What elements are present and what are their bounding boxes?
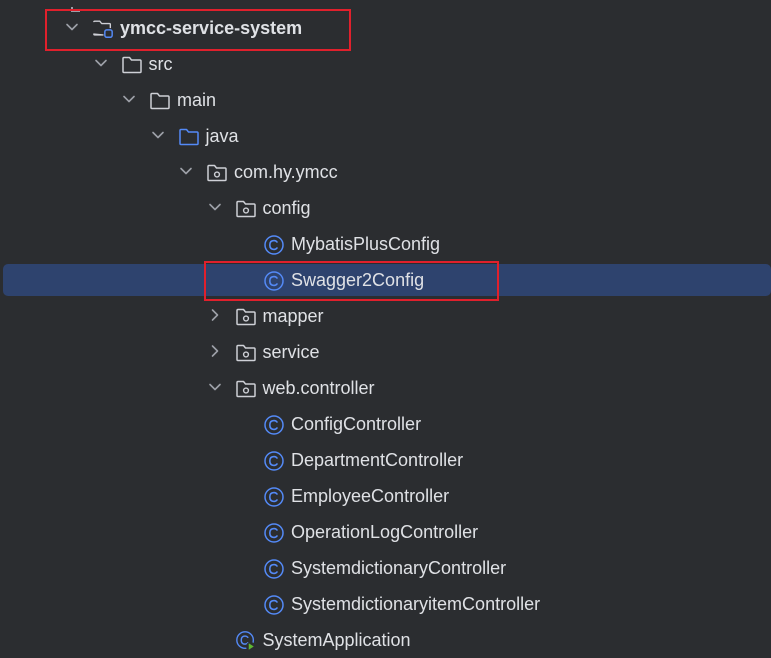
tree-row-label: service	[262, 342, 320, 362]
tree-row-deptctrl[interactable]: DepartmentController	[0, 442, 771, 478]
chevron-down-icon[interactable]	[206, 198, 224, 216]
tree-row-label: Swagger2Config	[291, 270, 425, 290]
tree-row-webctrl[interactable]: web.controller	[0, 370, 771, 406]
tree-row-label: SystemdictionaryController	[291, 558, 507, 578]
tree-row-empctrl[interactable]: EmployeeController	[0, 478, 771, 514]
tree-row-label: SystemApplication	[262, 630, 411, 650]
chevron-right-icon[interactable]	[206, 306, 224, 324]
tree-row-label: mapper	[262, 306, 324, 326]
chevron-down-icon[interactable]	[63, 18, 81, 36]
tree-row-java[interactable]: java	[0, 118, 771, 154]
class-icon	[263, 594, 285, 616]
tree-row-pkg[interactable]: com.hy.ymcc	[0, 154, 771, 190]
module-folder-icon	[92, 18, 114, 40]
class-icon	[263, 234, 285, 256]
chevron-down-icon[interactable]	[177, 162, 195, 180]
package-icon	[235, 342, 257, 364]
class-icon	[263, 450, 285, 472]
tree-row-label: java	[205, 126, 239, 146]
tree-row-label: config	[262, 198, 311, 218]
class-icon	[263, 558, 285, 580]
class-icon	[263, 522, 285, 544]
package-icon	[235, 198, 257, 220]
tree-row-label: SystemdictionaryitemController	[291, 594, 541, 614]
chevron-down-icon[interactable]	[120, 90, 138, 108]
chevron-down-icon[interactable]	[206, 378, 224, 396]
tree-row-main[interactable]: main	[0, 82, 771, 118]
folder-icon	[121, 54, 143, 76]
tree-row-label: EmployeeController	[291, 486, 450, 506]
tree-row-label: web.controller	[262, 378, 375, 398]
folder-icon	[149, 90, 171, 112]
tree-row-sysdictitemctrl[interactable]: SystemdictionaryitemController	[0, 586, 771, 622]
chevron-down-icon[interactable]	[92, 54, 110, 72]
package-icon	[235, 306, 257, 328]
tree-row-mapper[interactable]: mapper	[0, 298, 771, 334]
tree-row-src[interactable]: src	[0, 46, 771, 82]
tree-row-config[interactable]: config	[0, 190, 771, 226]
tree-row-label: src	[148, 54, 173, 74]
collapsed-parent-fragment	[70, 0, 90, 12]
tree-row-label: main	[177, 90, 217, 110]
source-folder-icon	[178, 126, 200, 148]
tree-row-swagger[interactable]: Swagger2Config	[0, 262, 771, 298]
tree-row-label: com.hy.ymcc	[234, 162, 338, 182]
package-icon	[206, 162, 228, 184]
tree-row-label: OperationLogController	[291, 522, 479, 542]
tree-row-root[interactable]: ymcc-service-system	[0, 10, 771, 46]
tree-row-sysdictctrl[interactable]: SystemdictionaryController	[0, 550, 771, 586]
tree-row-oplogctrl[interactable]: OperationLogController	[0, 514, 771, 550]
class-icon	[263, 414, 285, 436]
tree-row-label: DepartmentController	[291, 450, 464, 470]
tree-row-sysapp[interactable]: SystemApplication	[0, 622, 771, 658]
tree-row-cfgctrl[interactable]: ConfigController	[0, 406, 771, 442]
spring-boot-class-icon	[235, 630, 257, 652]
chevron-down-icon[interactable]	[149, 126, 167, 144]
class-icon	[263, 270, 285, 292]
tree-row-label: MybatisPlusConfig	[291, 234, 441, 254]
tree-row-label: ymcc-service-system	[120, 18, 303, 38]
package-icon	[235, 378, 257, 400]
tree-row-service[interactable]: service	[0, 334, 771, 370]
class-icon	[263, 486, 285, 508]
tree-row-label: ConfigController	[291, 414, 422, 434]
chevron-right-icon[interactable]	[206, 342, 224, 360]
tree-row-mybatis[interactable]: MybatisPlusConfig	[0, 226, 771, 262]
project-tree: ymcc-service-system src main java com.hy.ymc…	[0, 0, 771, 658]
